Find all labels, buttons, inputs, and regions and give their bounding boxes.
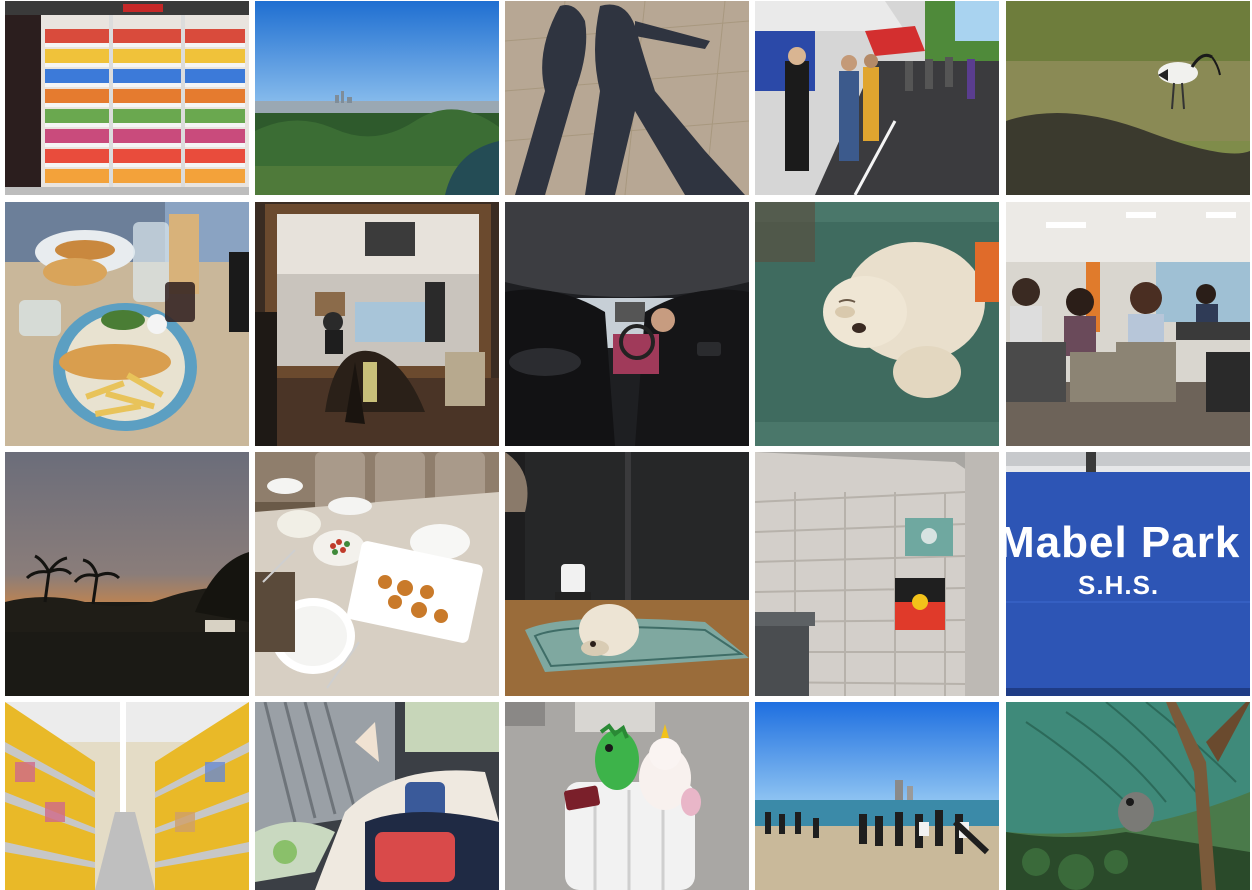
photo-dinner-table[interactable] <box>255 452 499 696</box>
school-sign-name: Mabel Park <box>1006 518 1241 567</box>
photo-dog-on-rug[interactable] <box>505 452 749 696</box>
photo-koala-tree[interactable] <box>1006 702 1250 890</box>
photo-street-market[interactable] <box>755 1 999 195</box>
photo-beach-group[interactable] <box>755 702 999 890</box>
photo-snack-aisle[interactable] <box>5 1 249 195</box>
photo-mirror-interior[interactable] <box>255 202 499 446</box>
photo-fluffy-dog[interactable] <box>755 202 999 446</box>
photo-car-interior[interactable] <box>505 202 749 446</box>
photo-grid: Mabel Park S.H.S. <box>0 0 1252 890</box>
photo-ibis-grass[interactable] <box>1006 1 1250 195</box>
photo-shadows[interactable] <box>505 1 749 195</box>
photo-city-skyline[interactable] <box>255 1 499 195</box>
photo-suitcase-plushies[interactable] <box>505 702 749 890</box>
photo-fish-and-chips[interactable] <box>5 202 249 446</box>
photo-shop-aisle[interactable] <box>5 702 249 890</box>
photo-classroom[interactable] <box>1006 202 1250 446</box>
school-sign-abbreviation: S.H.S. <box>1078 570 1160 600</box>
photo-travelers-snacks[interactable] <box>255 702 499 890</box>
photo-sunset-palms[interactable] <box>5 452 249 696</box>
photo-flags-on-wall[interactable] <box>755 452 999 696</box>
photo-school-sign[interactable]: Mabel Park S.H.S. <box>1006 452 1250 696</box>
